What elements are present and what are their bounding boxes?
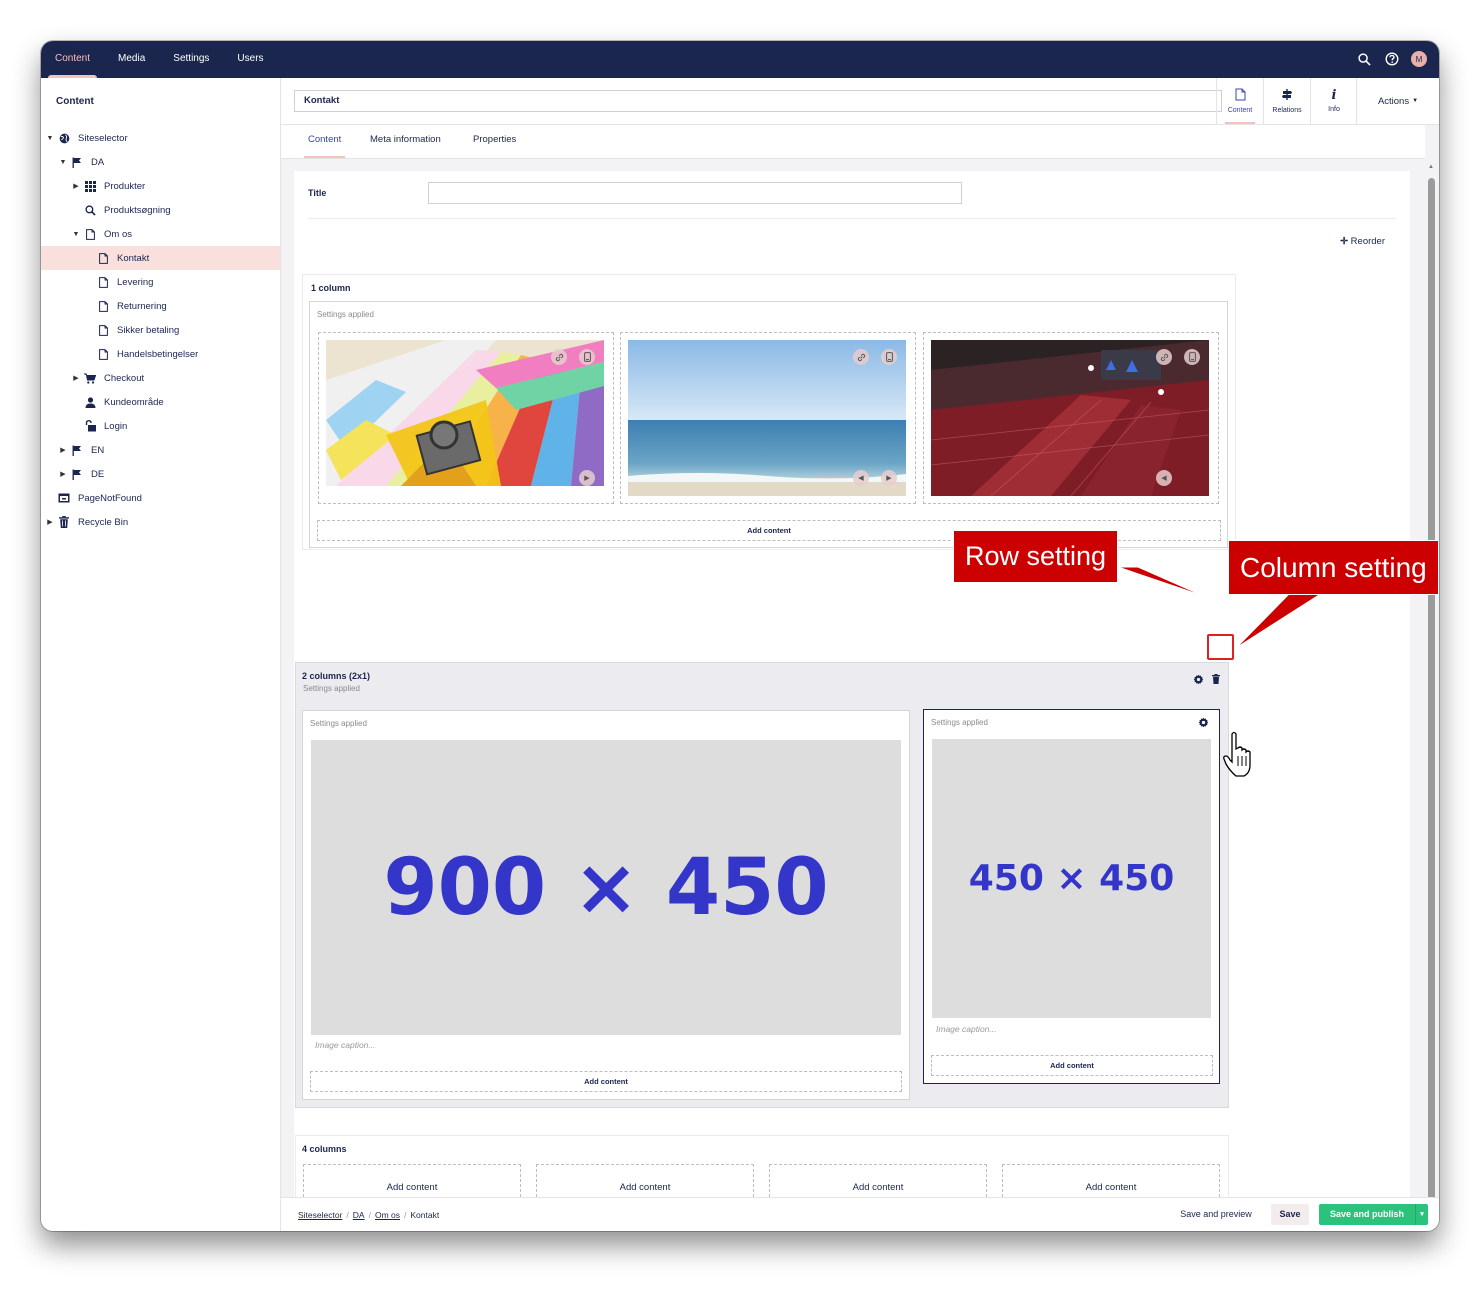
- hand-cursor-icon: [1223, 731, 1251, 777]
- column-callout-pointer: [1235, 592, 1324, 649]
- column-setting-callout: Column setting: [1229, 541, 1438, 594]
- row-setting-callout: Row setting: [954, 531, 1118, 582]
- row-callout-pointer: [1117, 566, 1207, 598]
- callout-pointers: [1117, 566, 1324, 649]
